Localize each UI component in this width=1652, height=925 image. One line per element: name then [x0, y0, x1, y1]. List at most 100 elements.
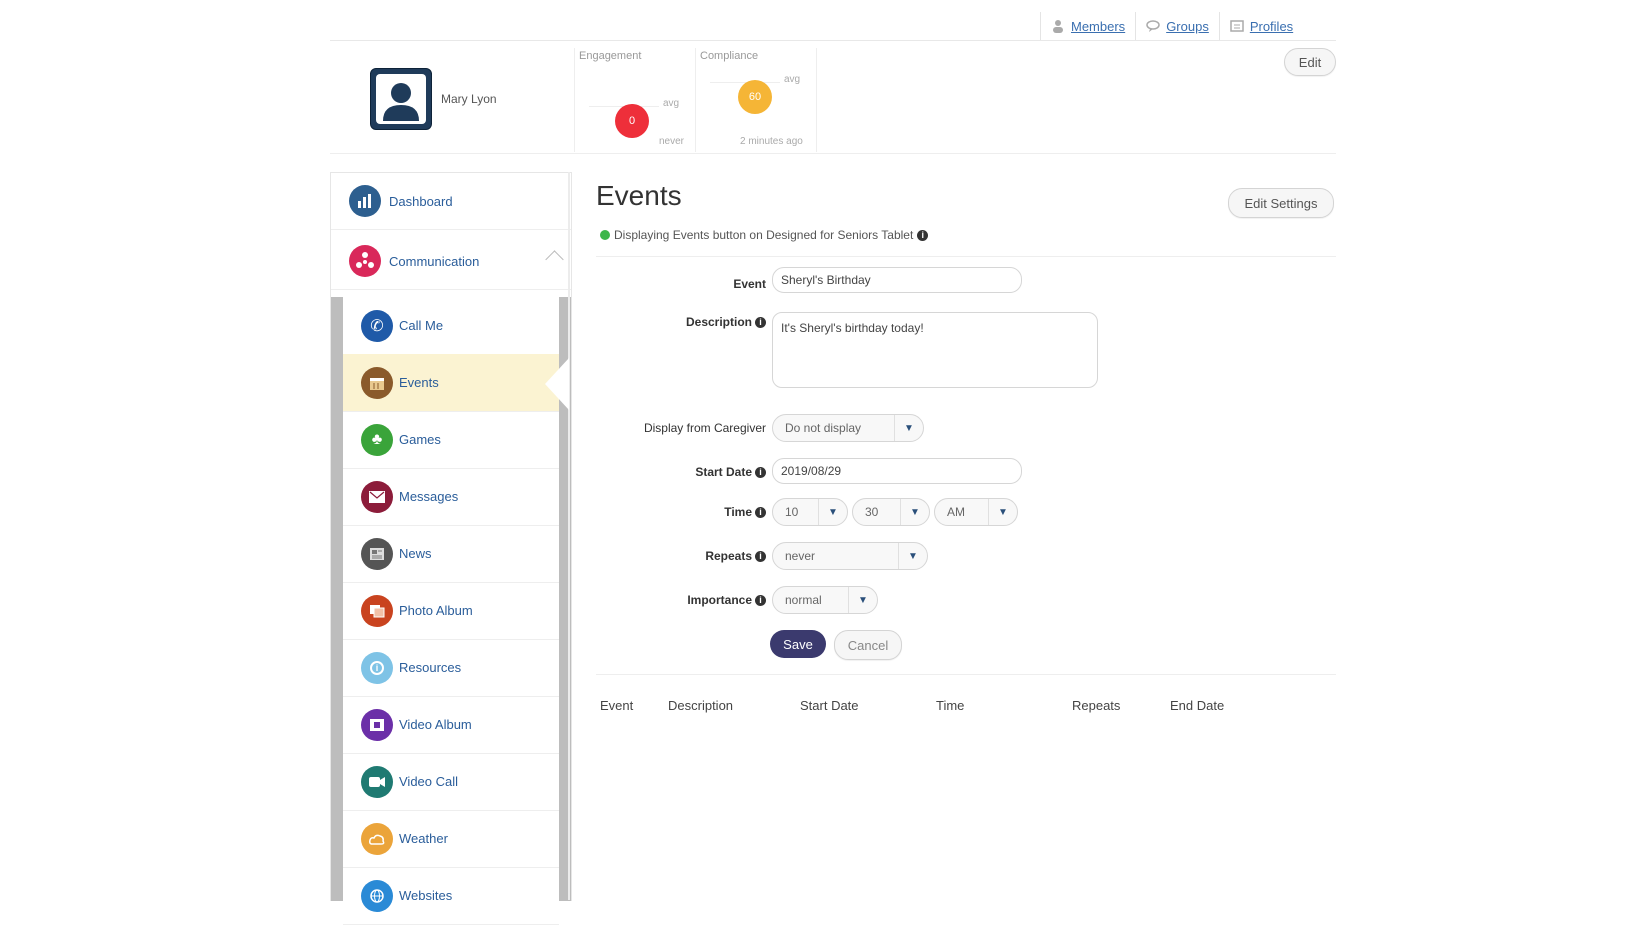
time-label: Time i: [600, 502, 766, 522]
time-hour-select[interactable]: 10 ▼: [772, 498, 848, 526]
avatar: [370, 68, 432, 130]
dashboard-icon: [349, 185, 381, 217]
table-header-time: Time: [936, 698, 965, 713]
table-divider: [596, 674, 1336, 675]
time-minute-value: 30: [865, 505, 879, 519]
time-minute-select[interactable]: 30 ▼: [852, 498, 930, 526]
table-header-description: Description: [668, 698, 734, 713]
globe-icon: [361, 879, 393, 912]
sidebar-item-websites[interactable]: Websites: [343, 867, 559, 925]
info-icon[interactable]: i: [917, 229, 929, 241]
caret-down-icon: ▼: [900, 499, 929, 525]
sidebar-item-label: News: [399, 546, 432, 561]
display-from-select[interactable]: Do not display ▼: [772, 414, 924, 442]
info-icon[interactable]: i: [755, 506, 766, 518]
repeats-label: Repeats i: [600, 546, 766, 566]
active-item-pointer: [545, 358, 569, 410]
caret-down-icon: ▼: [894, 415, 923, 441]
importance-value: normal: [785, 593, 822, 607]
sidebar-content-divider: [568, 172, 570, 900]
nav-groups-link[interactable]: Groups: [1135, 12, 1219, 40]
info-icon[interactable]: i: [755, 316, 766, 328]
sidebar-item-call-me[interactable]: ✆ Call Me: [343, 297, 559, 355]
newspaper-icon: [361, 537, 393, 570]
sidebar-item-messages[interactable]: Messages: [343, 468, 559, 526]
members-icon: [1053, 20, 1063, 33]
sidebar-item-communication[interactable]: Communication: [331, 233, 571, 290]
sidebar-item-label: Games: [399, 432, 441, 447]
compliance-gauge: Compliance avg 60 2 minutes ago: [696, 48, 817, 152]
sidebar-item-news[interactable]: News: [343, 525, 559, 583]
calendar-icon: [361, 366, 393, 399]
engagement-footer: never: [659, 136, 685, 147]
sidebar-item-label: Websites: [399, 888, 453, 903]
info-icon[interactable]: i: [755, 550, 766, 562]
start-date-input[interactable]: 2019/08/29: [772, 458, 1022, 484]
importance-label-text: Importance: [687, 593, 752, 607]
caret-down-icon: ▼: [988, 499, 1017, 525]
sidebar-item-events[interactable]: Events: [343, 354, 559, 412]
sidebar-item-dashboard[interactable]: Dashboard: [331, 173, 571, 230]
save-button[interactable]: Save: [770, 630, 826, 658]
info-icon[interactable]: i: [755, 466, 766, 478]
status-line: Displaying Events button on Designed for…: [600, 228, 929, 242]
sidebar-item-label: Call Me: [399, 318, 444, 333]
sidebar-item-photo-album[interactable]: Photo Album: [343, 582, 559, 640]
compliance-title: Compliance: [700, 50, 759, 62]
info-icon[interactable]: i: [755, 594, 766, 606]
chevron-up-icon[interactable]: [545, 250, 564, 269]
table-header-event: Event: [600, 698, 634, 713]
communication-submenu: ✆ Call Me Events ♣ Games Messages News P…: [343, 297, 559, 925]
sidebar-item-label: Dashboard: [389, 193, 453, 209]
sidebar-item-label: Photo Album: [399, 603, 473, 618]
event-label: Event: [600, 274, 766, 294]
engagement-gauge: Engagement avg 0 never: [574, 48, 696, 152]
sidebar-item-weather[interactable]: Weather: [343, 810, 559, 868]
importance-select[interactable]: normal ▼: [772, 586, 878, 614]
profiles-icon: [1230, 20, 1244, 32]
sidebar-item-games[interactable]: ♣ Games: [343, 411, 559, 469]
club-icon: ♣: [361, 423, 393, 456]
nav-profiles-link[interactable]: Profiles: [1218, 12, 1303, 40]
cancel-button[interactable]: Cancel: [834, 630, 902, 660]
nav-profiles-label: Profiles: [1249, 18, 1294, 34]
video-album-icon: [361, 708, 393, 741]
edit-profile-button[interactable]: Edit: [1284, 48, 1336, 76]
event-label-text: Event: [733, 277, 766, 291]
event-input[interactable]: Sheryl's Birthday: [772, 267, 1022, 293]
description-textarea[interactable]: It's Sheryl's birthday today!: [772, 312, 1098, 388]
start-date-label: Start Date i: [600, 462, 766, 482]
time-label-text: Time: [724, 505, 752, 519]
time-hour-value: 10: [785, 505, 799, 519]
importance-label: Importance i: [600, 590, 766, 610]
time-ampm-select[interactable]: AM ▼: [934, 498, 1018, 526]
groups-icon: [1146, 20, 1160, 32]
sidebar-item-label: Resources: [399, 660, 462, 675]
caret-down-icon: ▼: [898, 543, 927, 569]
display-from-value: Do not display: [785, 421, 862, 435]
page-title: Events: [596, 180, 682, 211]
display-from-label-text: Display from Caregiver: [643, 421, 766, 435]
sidebar-item-resources[interactable]: i Resources: [343, 639, 559, 697]
profile-divider: [330, 153, 1336, 154]
status-text: Displaying Events button on Designed for…: [614, 228, 914, 242]
compliance-footer: 2 minutes ago: [740, 136, 803, 147]
sidebar-item-label: Messages: [399, 489, 459, 504]
engagement-avg-label: avg: [663, 98, 680, 109]
header-divider: [330, 40, 1336, 41]
table-header-start-date: Start Date: [800, 698, 859, 713]
compliance-avg-label: avg: [784, 74, 801, 85]
time-ampm-value: AM: [947, 505, 965, 519]
compliance-value-badge: 60: [738, 80, 772, 114]
user-name: Mary Lyon: [441, 92, 497, 106]
communication-icon: [349, 245, 381, 277]
sidebar-item-video-album[interactable]: Video Album: [343, 696, 559, 754]
nav-members-link[interactable]: Members: [1040, 12, 1135, 40]
weather-icon: [361, 822, 393, 855]
sidebar-item-label: Events: [399, 375, 439, 390]
top-navigation: Members Groups Profiles: [1040, 12, 1303, 40]
edit-settings-button[interactable]: Edit Settings: [1228, 188, 1334, 218]
sidebar-item-video-call[interactable]: Video Call: [343, 753, 559, 811]
sidebar: Dashboard Communication ✆ Call Me Events…: [330, 172, 572, 925]
repeats-select[interactable]: never ▼: [772, 542, 928, 570]
